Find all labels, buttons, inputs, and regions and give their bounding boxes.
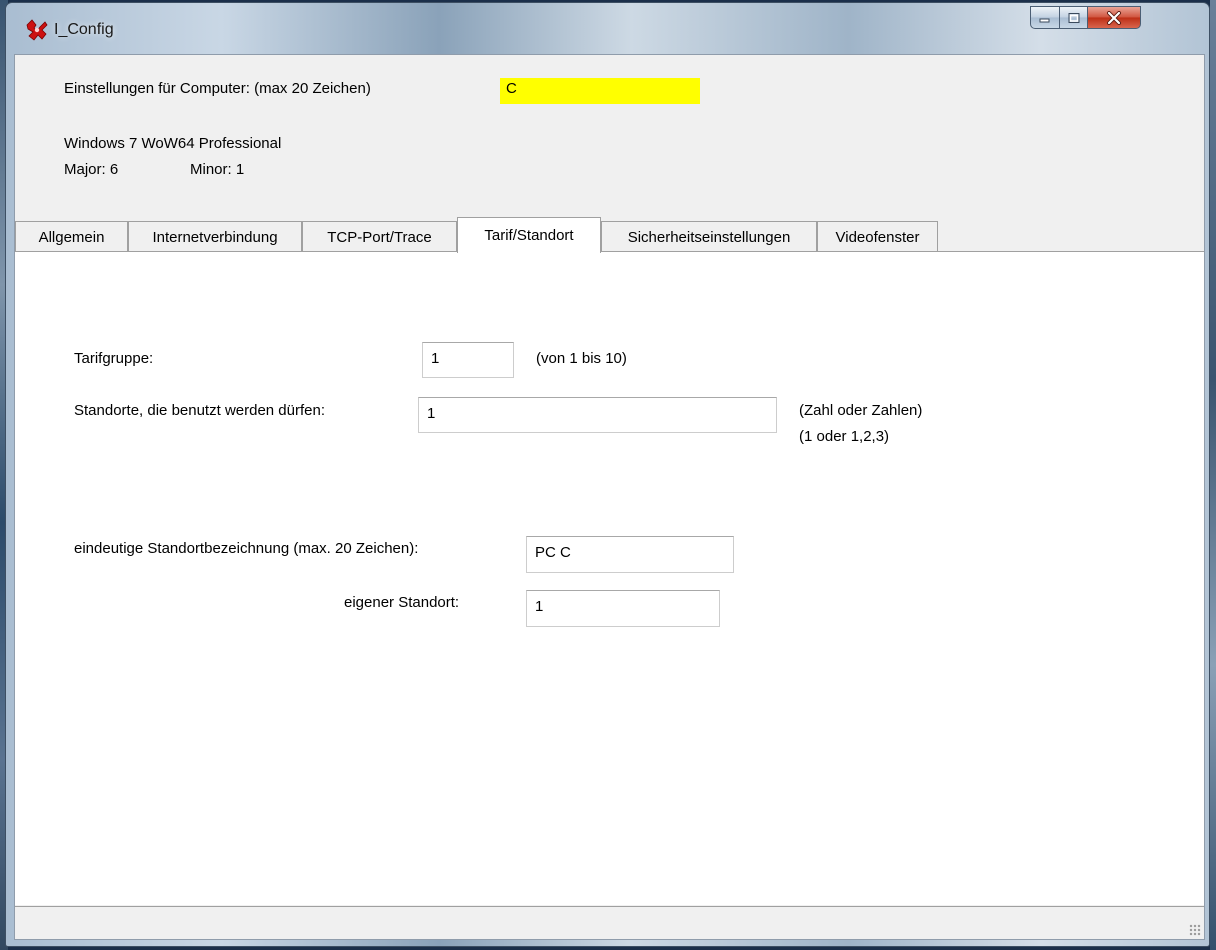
standortbezeichnung-input[interactable]: PC C [526,536,734,573]
status-bar [15,906,1204,939]
tarifgruppe-label: Tarifgruppe: [74,350,154,367]
os-name: Windows 7 WoW64 Professional [64,135,282,152]
tab-allgemein[interactable]: Allgemein [15,221,128,252]
window-title: I_Config [54,21,114,38]
close-icon [1107,10,1121,25]
standortbezeichnung-label: eindeutige Standortbezeichnung (max. 20 … [74,540,419,557]
title-bar[interactable]: I_Config [6,3,1209,55]
client-area: Einstellungen für Computer: (max 20 Zeic… [14,54,1205,940]
standorte-hint-2: (1 oder 1,2,3) [799,428,890,445]
os-minor-version: Minor: 1 [190,161,245,178]
standorte-label: Standorte, die benutzt werden dürfen: [74,402,326,419]
computer-name-field[interactable]: C [500,78,700,104]
computer-label: Einstellungen für Computer: (max 20 Zeic… [64,80,371,97]
tarif-standort-panel: Tarifgruppe: 1 (von 1 bis 10) Standorte,… [15,251,1204,905]
minimize-icon [1039,18,1050,22]
desktop-background-right [1210,0,1216,950]
tab-tarif-standort[interactable]: Tarif/Standort [457,217,601,253]
app-window: I_Config Einstellungen für Computer: (ma… [5,2,1210,947]
maximize-icon [1068,12,1079,23]
app-logo-icon [25,18,49,42]
tab-videofenster[interactable]: Videofenster [817,221,938,252]
maximize-button[interactable] [1059,6,1088,29]
tab-tcp-port-trace[interactable]: TCP-Port/Trace [302,221,457,252]
resize-grip-icon[interactable] [1189,924,1201,936]
standorte-input[interactable]: 1 [418,397,777,433]
close-button[interactable] [1087,6,1141,29]
tarifgruppe-hint: (von 1 bis 10) [536,350,627,367]
tarifgruppe-input[interactable]: 1 [422,342,514,378]
eigener-standort-input[interactable]: 1 [526,590,720,627]
standorte-hint-1: (Zahl oder Zahlen) [799,402,923,419]
tab-internetverbindung[interactable]: Internetverbindung [128,221,302,252]
eigener-standort-label: eigener Standort: [344,594,460,611]
tab-bar: Allgemein Internetverbindung TCP-Port/Tr… [15,217,945,253]
minimize-button[interactable] [1030,6,1060,29]
os-major-version: Major: 6 [64,161,119,178]
tab-sicherheitseinstellungen[interactable]: Sicherheitseinstellungen [601,221,817,252]
